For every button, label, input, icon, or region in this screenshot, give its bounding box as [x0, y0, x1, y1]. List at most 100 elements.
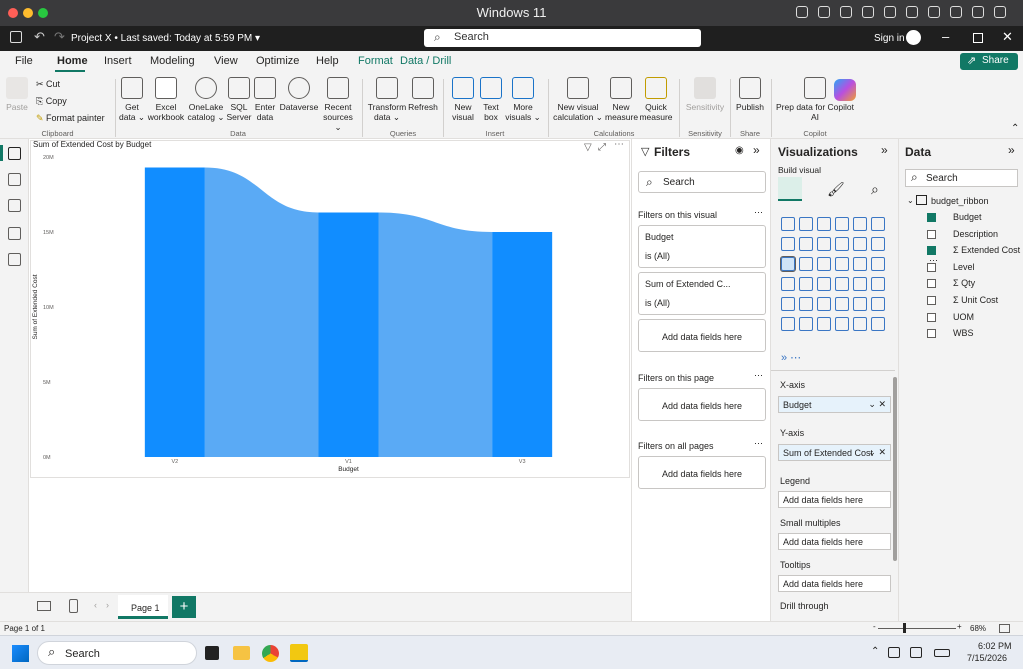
- analytics-tab-icon[interactable]: ⌕: [871, 181, 879, 198]
- excel-workbook-button[interactable]: Excel workbook: [147, 77, 185, 122]
- copy-button[interactable]: ⎘ Copy: [36, 96, 67, 107]
- avatar-icon[interactable]: [906, 30, 921, 45]
- visual-type-icon[interactable]: [817, 277, 831, 291]
- visual-type-icon[interactable]: [835, 297, 849, 311]
- eye-icon[interactable]: ◉: [735, 145, 744, 156]
- task-view-icon[interactable]: [205, 646, 219, 660]
- filters-search-input[interactable]: ⌕ Search: [638, 171, 766, 193]
- more-options-icon[interactable]: ⋯: [754, 207, 763, 218]
- visual-type-icon[interactable]: [835, 277, 849, 291]
- visual-type-icon[interactable]: [853, 297, 867, 311]
- redo-icon[interactable]: ↷: [54, 29, 65, 45]
- visual-type-icon[interactable]: [835, 257, 849, 271]
- filter-card-extended-cost[interactable]: Sum of Extended C... is (All): [638, 272, 766, 315]
- network-icon[interactable]: [888, 647, 900, 658]
- chevron-down-icon[interactable]: ⌄: [907, 196, 914, 205]
- minimize-icon[interactable]: –: [942, 29, 949, 44]
- enter-data-button[interactable]: Enter data: [253, 77, 277, 122]
- clock-date[interactable]: 7/15/2026: [967, 653, 1007, 663]
- taskbar-search[interactable]: ⌕ Search: [37, 641, 197, 665]
- globe-icon[interactable]: [884, 6, 896, 18]
- data-search-input[interactable]: ⌕ Search: [905, 169, 1018, 187]
- field-item[interactable]: Description: [927, 229, 998, 239]
- chart-bar[interactable]: [318, 212, 379, 458]
- volume-icon[interactable]: [906, 6, 918, 18]
- publish-button[interactable]: Publish: [733, 77, 767, 112]
- undo-icon[interactable]: ↶: [34, 29, 45, 45]
- field-item[interactable]: Level: [927, 262, 975, 272]
- zoom-slider[interactable]: [878, 628, 956, 629]
- keyboard-icon[interactable]: [796, 6, 808, 18]
- battery-icon[interactable]: [934, 649, 950, 657]
- tab-optimize[interactable]: Optimize: [256, 55, 299, 67]
- collapse-data-icon[interactable]: »: [1008, 143, 1015, 157]
- volume-icon[interactable]: [910, 647, 922, 658]
- field-item[interactable]: Σ Unit Cost: [927, 295, 998, 305]
- visual-type-icon[interactable]: [799, 237, 813, 251]
- cut-button[interactable]: ✂ Cut: [36, 79, 60, 90]
- more-options-icon[interactable]: ⋯: [754, 438, 763, 449]
- visual-type-icon[interactable]: [835, 317, 849, 331]
- zoom-level[interactable]: 68%: [970, 624, 986, 633]
- format-painter-button[interactable]: ✎ Format painter: [36, 113, 105, 124]
- field-checkbox[interactable]: [927, 296, 936, 305]
- report-view-icon[interactable]: [8, 147, 21, 160]
- quick-measure-button[interactable]: Quick measure: [638, 77, 674, 122]
- field-checkbox[interactable]: [927, 262, 936, 272]
- visual-type-icon[interactable]: [871, 297, 885, 311]
- next-page-icon[interactable]: ›: [106, 600, 109, 610]
- field-item[interactable]: Σ Qty: [927, 278, 975, 289]
- desktop-layout-icon[interactable]: [37, 601, 51, 611]
- collapse-visualizations-icon[interactable]: »: [881, 143, 888, 157]
- visual-type-icon[interactable]: [781, 277, 795, 291]
- visual-type-icon[interactable]: [853, 277, 867, 291]
- tab-file[interactable]: File: [15, 55, 33, 67]
- visual-type-icon[interactable]: [835, 217, 849, 231]
- format-visual-tab-icon[interactable]: 🖌: [827, 181, 845, 198]
- chevron-down-icon[interactable]: ⌄ ✕: [868, 447, 886, 458]
- file-explorer-icon[interactable]: [233, 646, 250, 660]
- save-icon[interactable]: [10, 31, 22, 43]
- collapse-filters-icon[interactable]: »: [753, 143, 760, 157]
- chart-bar[interactable]: [492, 232, 553, 457]
- start-icon[interactable]: [12, 645, 29, 662]
- more-options-icon[interactable]: ⋯: [754, 370, 763, 381]
- sensitivity-button[interactable]: Sensitivity: [683, 77, 727, 112]
- build-visual-tab-icon[interactable]: [778, 177, 802, 201]
- add-report-filter-field[interactable]: Add data fields here: [638, 456, 766, 489]
- visual-type-icon[interactable]: [817, 217, 831, 231]
- table-name[interactable]: budget_ribbon: [931, 196, 989, 206]
- tmdl-view-icon[interactable]: [8, 253, 21, 266]
- sql-server-button[interactable]: SQL Server: [226, 77, 252, 122]
- clock-time[interactable]: 6:02 PM: [978, 641, 1012, 651]
- screen-icon[interactable]: [994, 6, 1006, 18]
- legend-well[interactable]: Add data fields here: [778, 491, 891, 508]
- small-multiples-well[interactable]: Add data fields here: [778, 533, 891, 550]
- transform-data-button[interactable]: Transform data ⌄: [367, 77, 407, 122]
- field-item[interactable]: WBS: [927, 328, 974, 339]
- more-visuals-icon[interactable]: » ⋯: [781, 351, 801, 364]
- page-tab[interactable]: Page 1: [118, 595, 168, 619]
- visual-type-icon[interactable]: [817, 237, 831, 251]
- printer-icon[interactable]: [950, 6, 962, 18]
- settings-icon[interactable]: [862, 6, 874, 18]
- model-view-icon[interactable]: [8, 199, 21, 212]
- sign-in-link[interactable]: Sign in: [874, 33, 905, 44]
- get-data-button[interactable]: Get data ⌄: [117, 77, 147, 122]
- usb-icon[interactable]: [840, 6, 852, 18]
- visual-type-icon[interactable]: [799, 257, 813, 271]
- refresh-button[interactable]: Refresh: [408, 77, 438, 112]
- visual-type-icon[interactable]: [871, 317, 885, 331]
- tooltips-well[interactable]: Add data fields here: [778, 575, 891, 592]
- new-visual-button[interactable]: New visual: [449, 77, 477, 122]
- new-visual-calculation-button[interactable]: New visual calculation ⌄: [552, 77, 604, 122]
- scrollbar[interactable]: [893, 377, 897, 561]
- visual-type-icon[interactable]: [799, 317, 813, 331]
- visual-type-icon[interactable]: [871, 277, 885, 291]
- visual-type-icon[interactable]: [871, 237, 885, 251]
- field-checkbox[interactable]: [927, 229, 936, 239]
- field-checkbox[interactable]: [927, 213, 936, 222]
- visual-type-icon[interactable]: [835, 237, 849, 251]
- display-icon[interactable]: [818, 6, 830, 18]
- tab-insert[interactable]: Insert: [104, 55, 132, 67]
